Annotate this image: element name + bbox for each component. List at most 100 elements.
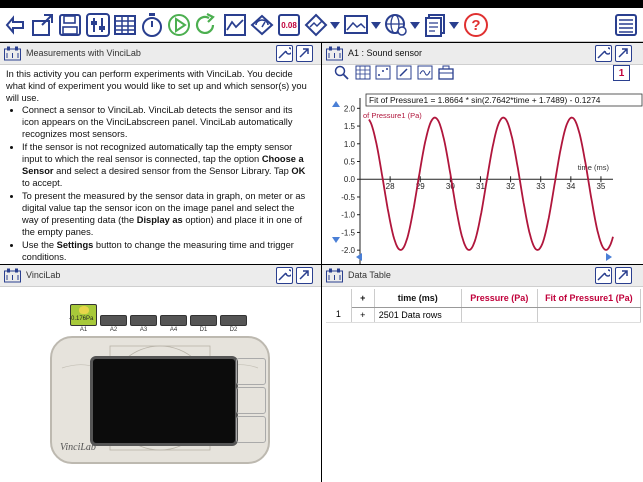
instruction-item: Connect a sensor to VinciLab. VinciLab d…: [22, 104, 311, 140]
chevron-down-icon[interactable]: [448, 12, 460, 38]
settings-sliders-icon[interactable]: [86, 12, 110, 38]
instruction-text: If the sensor is not recognized automati…: [22, 142, 293, 164]
table-cell: +: [351, 307, 375, 323]
x-tick-label: 32: [506, 182, 515, 191]
scroll-left-icon[interactable]: [356, 253, 362, 261]
instructions-list: Connect a sensor to VinciLab. VinciLab d…: [22, 104, 311, 264]
stopwatch-icon[interactable]: [140, 12, 164, 38]
instruction-item: To present the measured by the sensor da…: [22, 190, 311, 238]
panel-layout-icon[interactable]: [4, 46, 21, 61]
sensor-input-d2[interactable]: [220, 315, 247, 326]
column-header[interactable]: Pressure (Pa): [461, 289, 538, 308]
table-cell: [461, 307, 538, 323]
column-header[interactable]: +: [351, 289, 375, 308]
sensor-input-label: D1: [199, 327, 208, 333]
globe-settings-icon[interactable]: [384, 12, 408, 38]
brand-logo: VinciLab: [60, 442, 96, 453]
column-header[interactable]: time (ms): [374, 289, 462, 308]
y-tick-label: 0.5: [344, 158, 356, 167]
save-icon[interactable]: [58, 12, 82, 38]
start-icon[interactable]: [167, 12, 191, 38]
tools-icon[interactable]: [595, 267, 612, 284]
notes-icon[interactable]: [614, 12, 638, 38]
sensor-input-d1[interactable]: [190, 315, 217, 326]
y-tick-label: 1.5: [344, 122, 356, 131]
graph-view-icon[interactable]: [223, 12, 247, 38]
y-tick-label: -1.0: [341, 211, 355, 220]
sensor-input-label: D2: [229, 327, 238, 333]
microphone-icon: [79, 306, 89, 314]
status-bar: [0, 0, 643, 8]
sensor-input-label: A2: [109, 327, 118, 333]
analysis-icon[interactable]: [304, 12, 328, 38]
instruction-item: If the sensor is not recognized automati…: [22, 141, 311, 189]
expand-icon[interactable]: [296, 45, 313, 62]
side-button[interactable]: [236, 358, 266, 385]
value-badge: 0.08: [278, 14, 300, 36]
column-header[interactable]: Fit of Pressure1 (Pa): [537, 289, 642, 308]
table-cell: [537, 307, 642, 323]
x-tick-label: 33: [536, 182, 545, 191]
table-cell: 1: [326, 307, 352, 323]
sensor-input-a4[interactable]: [160, 315, 187, 326]
instruction-text: Connect a sensor to VinciLab. VinciLab d…: [22, 105, 293, 139]
x-tick-label: 34: [566, 182, 575, 191]
expand-icon[interactable]: [296, 267, 313, 284]
sound-graph[interactable]: 2.01.51.00.50.0-0.5-1.0-1.5-2.0-2.528293…: [322, 43, 643, 264]
digital-value-button[interactable]: 0.08: [277, 12, 301, 38]
intro-paragraph: In this activity you can perform experim…: [6, 69, 307, 103]
instruction-text: and select a desired sensor from the Sen…: [53, 166, 292, 176]
scroll-down-icon[interactable]: [332, 237, 340, 243]
document-icon[interactable]: [423, 12, 447, 38]
scroll-right-icon[interactable]: [606, 253, 612, 261]
side-button[interactable]: [236, 387, 266, 414]
image-view-icon[interactable]: [343, 12, 369, 38]
y-tick-label: -2.0: [341, 246, 355, 255]
chevron-down-icon[interactable]: [329, 12, 341, 38]
instruction-item: Use the Settings button to change the me…: [22, 239, 311, 263]
device-screen[interactable]: [90, 356, 238, 446]
back-icon[interactable]: [4, 12, 26, 38]
help-button[interactable]: ?: [463, 12, 489, 38]
sensor-inputs: -0.176Pa A1 A2 A3 A4 D1 D2: [69, 304, 250, 339]
table-corner: [326, 289, 352, 307]
fit-curve-series: [368, 116, 614, 251]
main-toolbar: 0.08 ?: [0, 8, 643, 42]
vincilab-panel: VinciLab -0.176Pa A1 A2 A3 A4 D1 D2 VinciLab: [0, 265, 321, 482]
table-row[interactable]: 1 +2501 Data rows: [326, 307, 642, 323]
panel-layout-icon[interactable]: [326, 268, 343, 283]
y-tick-label: -1.5: [341, 228, 355, 237]
side-button[interactable]: [236, 416, 266, 443]
expand-icon[interactable]: [615, 267, 632, 284]
panel-header: Data Table: [322, 265, 643, 287]
graph-panel: A1 : Sound sensor 1 2.0 1.5 1.0 0.5 0.0 -0.5-…: [322, 43, 643, 264]
sensor-input-a2[interactable]: [100, 315, 127, 326]
meter-view-icon[interactable]: [250, 12, 274, 38]
x-axis-label: time (ms): [578, 163, 610, 172]
panel-title: Data Table: [348, 270, 391, 280]
export-icon[interactable]: [30, 12, 54, 38]
y-tick-label: -0.5: [341, 193, 355, 202]
instructions-panel: Measurements with VinciLab In this activ…: [0, 43, 321, 264]
panel-title: Measurements with VinciLab: [26, 48, 141, 58]
sensor-input-a1[interactable]: -0.176Pa: [69, 304, 97, 326]
chevron-down-icon[interactable]: [370, 12, 382, 38]
tools-icon[interactable]: [276, 45, 293, 62]
series-label: of Pressure1 (Pa): [363, 111, 422, 120]
data-table: + time (ms) Pressure (Pa) Fit of Pressure1 …: [326, 289, 642, 323]
panel-layout-icon[interactable]: [4, 268, 21, 283]
sensor-input-a3[interactable]: [130, 315, 157, 326]
sensor-input-label: A3: [139, 327, 148, 333]
instruction-keyword: Display as: [136, 215, 183, 225]
panel-header: VinciLab: [0, 265, 321, 287]
y-tick-label: 0.0: [344, 175, 356, 184]
tools-icon[interactable]: [276, 267, 293, 284]
scroll-up-icon[interactable]: [332, 101, 340, 107]
sensor-input-label: A4: [169, 327, 178, 333]
repeat-icon[interactable]: [194, 12, 218, 38]
device-side-buttons: [236, 358, 266, 444]
panel-title: VinciLab: [26, 270, 61, 280]
fit-equation-label: Fit of Pressure1 = 1.8664 * sin(2.7642*t…: [369, 95, 601, 105]
chevron-down-icon[interactable]: [409, 12, 421, 38]
table-view-icon[interactable]: [113, 12, 137, 38]
